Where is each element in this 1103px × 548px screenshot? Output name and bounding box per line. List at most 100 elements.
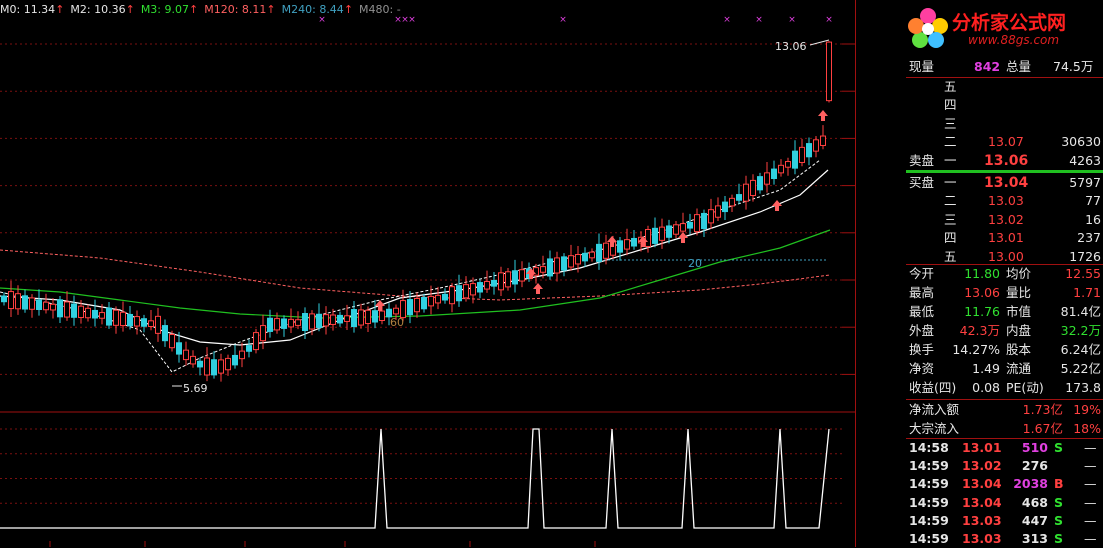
kline-chart-area[interactable]: 13.0012.0011.0010.009.008.007.006.001.00… bbox=[0, 0, 856, 547]
candle-body bbox=[169, 333, 175, 349]
tick-volume: 510 bbox=[1021, 440, 1048, 455]
candle-body bbox=[204, 357, 210, 376]
ma-legend-item: M480: - bbox=[359, 3, 401, 16]
candle-body bbox=[820, 135, 826, 146]
stat-value: 1.49 bbox=[972, 361, 1000, 376]
tick-time: 14:58 bbox=[909, 440, 949, 455]
stat-label: 外盘 bbox=[909, 323, 935, 338]
tick-time: 14:59 bbox=[909, 512, 949, 528]
candle-body bbox=[183, 349, 189, 361]
candle-body bbox=[498, 272, 504, 291]
bid-volume: 5797 bbox=[1069, 175, 1101, 190]
bid-price: 13.00 bbox=[988, 248, 1024, 264]
site-logo: 分析家公式网 www.88gs.com bbox=[906, 0, 1103, 56]
candle-body bbox=[239, 350, 245, 360]
stat-label: 内盘 bbox=[1006, 323, 1032, 338]
candle-body bbox=[281, 318, 287, 329]
candle-body bbox=[155, 315, 161, 334]
stat-value: 12.55 bbox=[1065, 266, 1101, 281]
flow-label: 净流入额 bbox=[909, 402, 960, 417]
tick-price: 13.03 bbox=[962, 512, 1002, 528]
candle-body bbox=[771, 168, 777, 180]
tick-row[interactable]: 14:59 13.02 276 — bbox=[906, 457, 1103, 475]
candle-body bbox=[645, 228, 651, 247]
tick-row[interactable]: 14:59 13.03 447 S — bbox=[906, 512, 1103, 530]
candle-body bbox=[694, 214, 700, 233]
tick-price: 13.01 bbox=[962, 440, 1002, 455]
tick-dash: — bbox=[1084, 512, 1097, 528]
bid-row: 三 13.02 16 bbox=[906, 211, 1103, 229]
ask-price: 13.06 bbox=[984, 152, 1029, 169]
bid-level: 四 bbox=[944, 230, 957, 246]
candle-body bbox=[57, 299, 63, 318]
buy-signal-arrow-icon bbox=[678, 232, 688, 243]
candle-body bbox=[253, 332, 259, 351]
tick-price: 13.04 bbox=[962, 494, 1002, 510]
candle-body bbox=[785, 161, 791, 168]
stat-value: 81.4亿 bbox=[1060, 304, 1101, 319]
candle-body bbox=[722, 201, 728, 213]
candle-body bbox=[603, 242, 609, 259]
tick-volume: 447 bbox=[1021, 512, 1048, 528]
candle-body bbox=[120, 311, 126, 327]
stat-row: 最高 13.06 量比 1.71 bbox=[906, 284, 1103, 302]
candle-body bbox=[547, 258, 553, 277]
candle-body bbox=[589, 251, 595, 259]
current-volume-label: 现量 bbox=[909, 59, 935, 74]
tick-row[interactable]: 14:59 13.04 2038 B — bbox=[906, 475, 1103, 493]
signal-marker-icon: × bbox=[755, 15, 763, 25]
sell-label: 卖盘 bbox=[909, 152, 935, 168]
tick-row[interactable]: 14:59 13.04 468 S — bbox=[906, 494, 1103, 512]
bid-price: 13.02 bbox=[988, 211, 1024, 227]
stat-label: 换手 bbox=[909, 342, 935, 357]
ma60-label: 60 bbox=[390, 316, 404, 329]
candle-body bbox=[379, 310, 385, 321]
up-arrow-icon: ↑ bbox=[55, 3, 65, 16]
candle-body bbox=[365, 309, 371, 325]
stat-row: 今开 11.80 均价 12.55 bbox=[906, 265, 1103, 283]
candle-body bbox=[617, 240, 623, 253]
candle-body bbox=[659, 226, 665, 241]
candle-body bbox=[43, 301, 49, 311]
candle-body bbox=[337, 314, 343, 324]
candle-body bbox=[351, 309, 357, 328]
buy-signal-arrow-icon bbox=[772, 200, 782, 211]
tick-price: 13.02 bbox=[962, 458, 1002, 474]
candle-body bbox=[218, 359, 224, 374]
bid-price: 13.03 bbox=[988, 193, 1024, 209]
quote-panel: 分析家公式网 www.88gs.com 现量 842 总量 74.5万 五四三二… bbox=[906, 0, 1103, 547]
stat-value: 14.27% bbox=[952, 342, 1000, 357]
stat-label: 市值 bbox=[1006, 304, 1032, 319]
stat-value: 13.06 bbox=[964, 285, 1000, 300]
stat-value: 5.22亿 bbox=[1060, 361, 1101, 376]
bid-row: 四 13.01 237 bbox=[906, 229, 1103, 247]
flow-pct: 18% bbox=[1073, 420, 1101, 436]
up-arrow-icon: ↑ bbox=[189, 3, 199, 16]
bid-price: 13.04 bbox=[984, 175, 1029, 191]
candle-body bbox=[127, 313, 133, 327]
stat-label: 收益(四) bbox=[909, 380, 957, 395]
flow-label: 大宗流入 bbox=[909, 420, 960, 436]
ask-row: 四 bbox=[906, 96, 1103, 114]
ask-level: 五 bbox=[944, 79, 957, 94]
divider bbox=[906, 399, 1103, 400]
tick-price: 13.04 bbox=[962, 476, 1002, 492]
candle-body bbox=[267, 317, 273, 332]
candle-body bbox=[736, 194, 742, 201]
candle-body bbox=[190, 355, 196, 365]
tick-row[interactable]: 14:58 13.01 510 S — bbox=[906, 439, 1103, 457]
candle-body bbox=[176, 342, 182, 355]
bid-level: 五 bbox=[944, 248, 957, 264]
candle-body bbox=[519, 269, 525, 282]
stat-label: 最高 bbox=[909, 285, 935, 300]
candle-body bbox=[743, 183, 749, 202]
candle-body bbox=[729, 197, 735, 207]
up-arrow-icon: ↑ bbox=[125, 3, 135, 16]
bid-level: 二 bbox=[944, 193, 957, 209]
candle-body bbox=[554, 257, 560, 274]
kline-chart[interactable]: 13.0012.0011.0010.009.008.007.006.001.00… bbox=[0, 0, 856, 547]
bid-level: 一 bbox=[944, 175, 957, 190]
tick-row[interactable]: 14:59 13.03 313 S — bbox=[906, 530, 1103, 548]
candle-body bbox=[274, 318, 280, 331]
candle-body bbox=[36, 299, 42, 310]
